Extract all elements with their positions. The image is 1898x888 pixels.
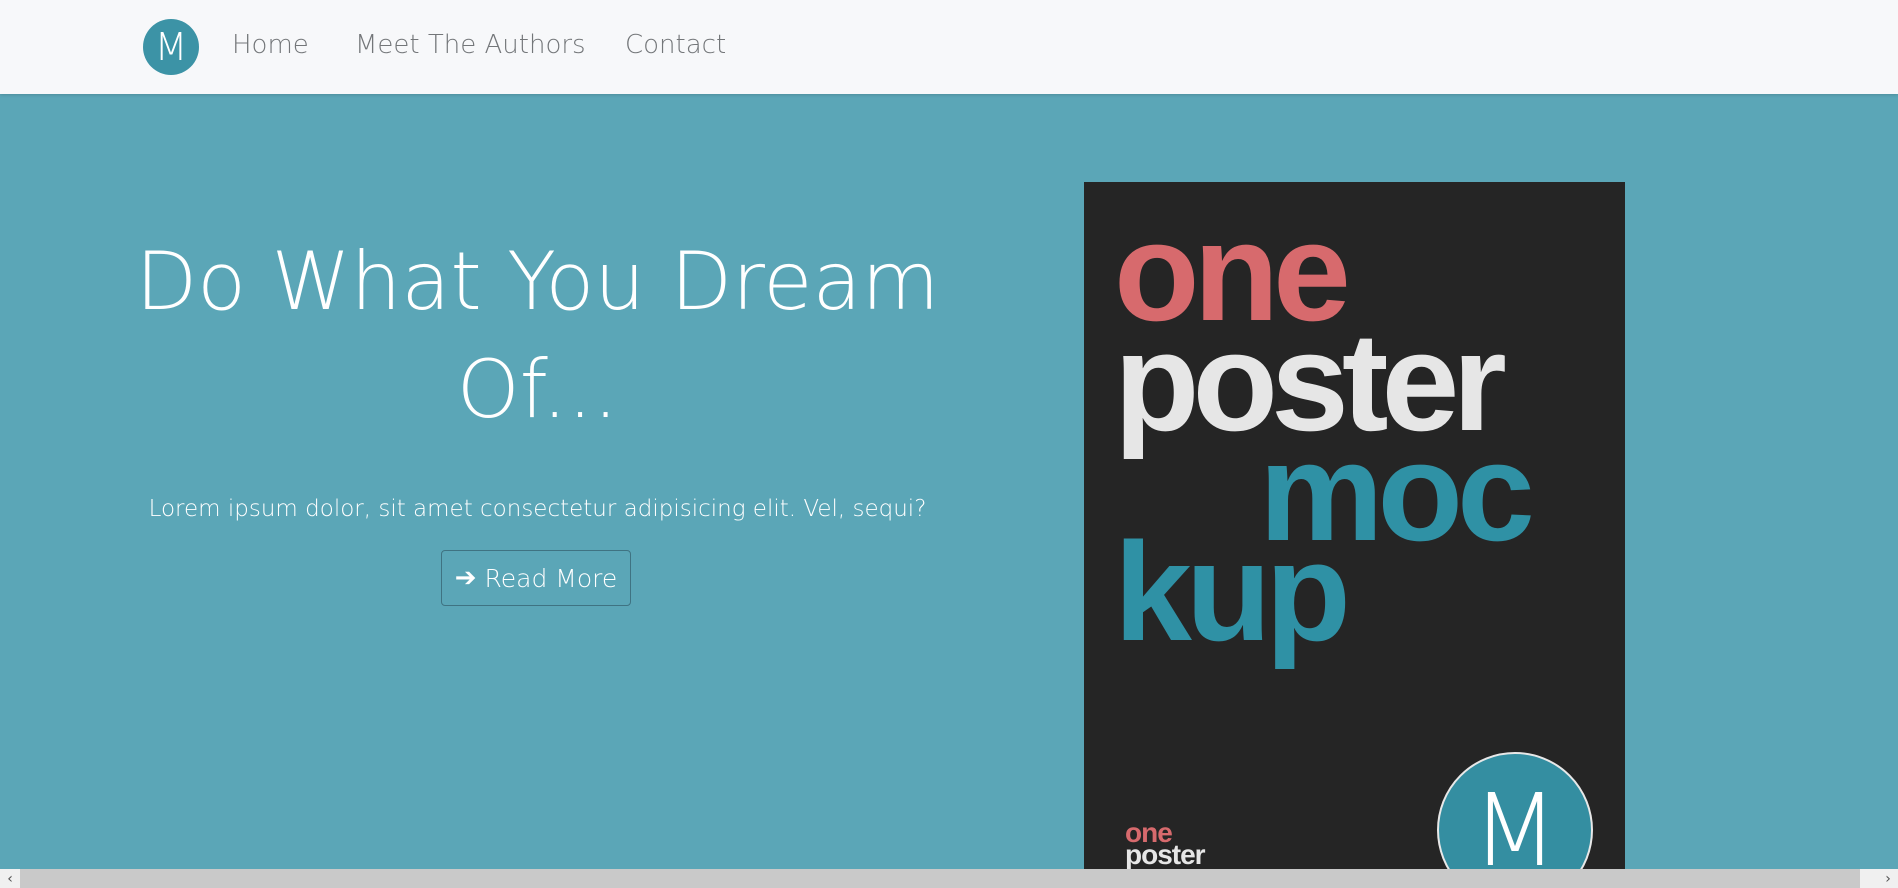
read-more-button[interactable]: ➔ Read More bbox=[441, 550, 631, 606]
poster-image: one poster moc kup one poster moc M bbox=[1084, 182, 1625, 888]
read-more-label: Read More bbox=[484, 563, 618, 593]
nav-link-meet-the-authors[interactable]: Meet The Authors bbox=[355, 30, 586, 60]
hero-subtitle: Lorem ipsum dolor, sit amet consectetur … bbox=[148, 496, 927, 522]
scroll-right-icon[interactable]: › bbox=[1878, 869, 1898, 888]
scroll-left-icon[interactable]: ‹ bbox=[0, 869, 20, 888]
arrow-right-icon: ➔ bbox=[454, 563, 477, 593]
poster-word-kup: kup bbox=[1114, 513, 1351, 670]
brand-logo[interactable]: M bbox=[143, 19, 199, 75]
hero-title: Do What You Dream Of... bbox=[125, 228, 950, 444]
hero-title-line2: Of... bbox=[456, 343, 619, 436]
navbar: M Home Meet The Authors Contact bbox=[0, 0, 1898, 94]
nav-link-contact[interactable]: Contact bbox=[625, 30, 726, 60]
scrollbar-thumb[interactable] bbox=[20, 869, 1860, 888]
horizontal-scrollbar[interactable]: ‹ › bbox=[0, 869, 1898, 888]
nav-link-home[interactable]: Home bbox=[232, 30, 309, 60]
hero-title-line1: Do What You Dream bbox=[135, 235, 940, 328]
poster-logo: M bbox=[1437, 752, 1593, 888]
